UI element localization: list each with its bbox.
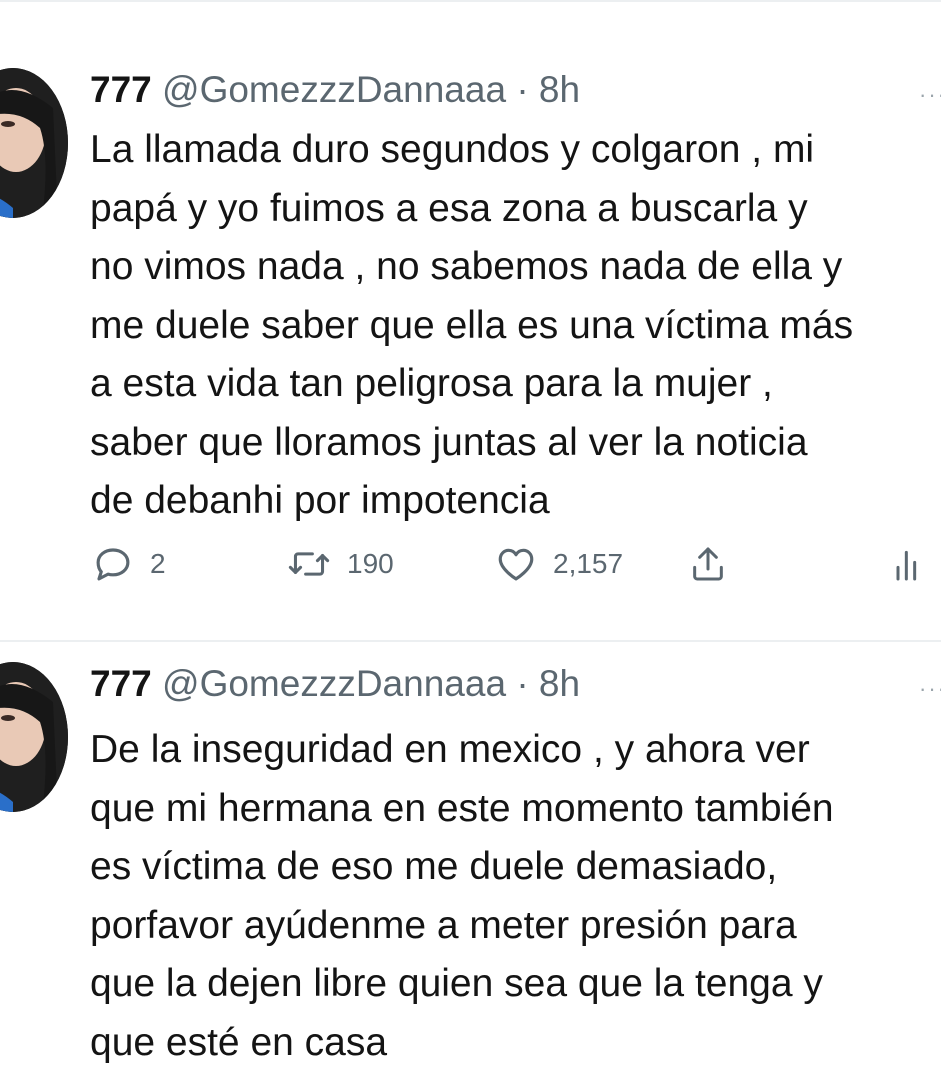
share-icon <box>688 543 728 585</box>
analytics-icon <box>893 543 923 585</box>
tweet-actions: 2 190 2,157 <box>0 543 941 593</box>
tweet-timestamp[interactable]: 8h <box>539 69 580 110</box>
analytics-button[interactable] <box>893 543 923 585</box>
more-options-icon[interactable]: ··· <box>919 82 941 108</box>
share-button[interactable] <box>688 543 728 585</box>
tweet[interactable]: 777 @GomezzzDannaaa · 8h ··· De la inseg… <box>0 640 941 1071</box>
tweet-timestamp[interactable]: 8h <box>539 663 580 704</box>
avatar[interactable] <box>0 662 68 812</box>
reply-icon <box>92 543 134 585</box>
retweet-icon <box>287 543 331 585</box>
avatar[interactable] <box>0 68 68 218</box>
author-handle[interactable]: @GomezzzDannaaa <box>162 69 506 110</box>
retweet-count: 190 <box>347 548 394 579</box>
author-name[interactable]: 777 <box>90 69 152 110</box>
like-button[interactable]: 2,157 <box>495 543 623 585</box>
like-icon <box>495 543 537 585</box>
like-count: 2,157 <box>553 548 624 579</box>
divider <box>0 0 941 2</box>
tweet-header: 777 @GomezzzDannaaa · 8h <box>90 664 580 704</box>
tweet-text: La llamada duro segundos y colgaron , mi… <box>90 128 854 522</box>
more-options-icon[interactable]: ··· <box>919 676 941 702</box>
reply-count: 2 <box>150 548 166 579</box>
author-name[interactable]: 777 <box>90 663 152 704</box>
tweet[interactable]: 777 @GomezzzDannaaa · 8h ··· La llamada … <box>0 0 941 640</box>
retweet-button[interactable]: 190 <box>287 543 394 585</box>
reply-button[interactable]: 2 <box>92 543 166 585</box>
separator-dot: · <box>516 663 529 704</box>
divider <box>0 640 941 642</box>
tweet-text: De la inseguridad en mexico , y ahora ve… <box>90 728 834 1064</box>
tweet-header: 777 @GomezzzDannaaa · 8h <box>90 70 580 110</box>
separator-dot: · <box>516 69 529 110</box>
author-handle[interactable]: @GomezzzDannaaa <box>162 663 506 704</box>
